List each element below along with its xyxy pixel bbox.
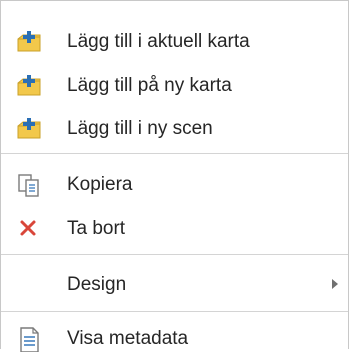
add-layer-icon bbox=[17, 31, 41, 52]
menu-item-label: Lägg till i aktuell karta bbox=[67, 31, 250, 52]
menu-item-label: Ta bort bbox=[67, 218, 126, 239]
menu-item-copy[interactable]: Kopiera bbox=[1, 163, 348, 207]
menu-item-add-to-current-map[interactable]: Lägg till i aktuell karta bbox=[1, 20, 348, 64]
menu-separator bbox=[1, 311, 348, 312]
add-layer-icon bbox=[17, 118, 41, 139]
delete-icon bbox=[20, 220, 36, 236]
menu-separator bbox=[1, 153, 348, 154]
menu-separator bbox=[1, 254, 348, 255]
metadata-icon bbox=[20, 327, 39, 352]
menu-item-label: Lägg till på ny karta bbox=[67, 75, 232, 96]
menu-item-label: Design bbox=[67, 274, 127, 295]
menu-item-view-metadata[interactable]: Visa metadata bbox=[1, 317, 348, 361]
add-layer-icon bbox=[17, 75, 41, 96]
copy-icon bbox=[18, 174, 39, 197]
menu-item-design[interactable]: Design bbox=[1, 263, 348, 307]
context-menu: Lägg till i aktuell karta Lägg till på n… bbox=[0, 0, 349, 352]
menu-item-label: Lägg till i ny scen bbox=[67, 118, 213, 139]
submenu-arrow-icon bbox=[332, 279, 338, 289]
menu-item-add-to-new-scene[interactable]: Lägg till i ny scen bbox=[1, 107, 348, 151]
menu-item-add-to-new-map[interactable]: Lägg till på ny karta bbox=[1, 64, 348, 108]
menu-item-label: Kopiera bbox=[67, 174, 133, 195]
menu-item-label: Visa metadata bbox=[67, 328, 189, 349]
menu-item-delete[interactable]: Ta bort bbox=[1, 207, 348, 251]
